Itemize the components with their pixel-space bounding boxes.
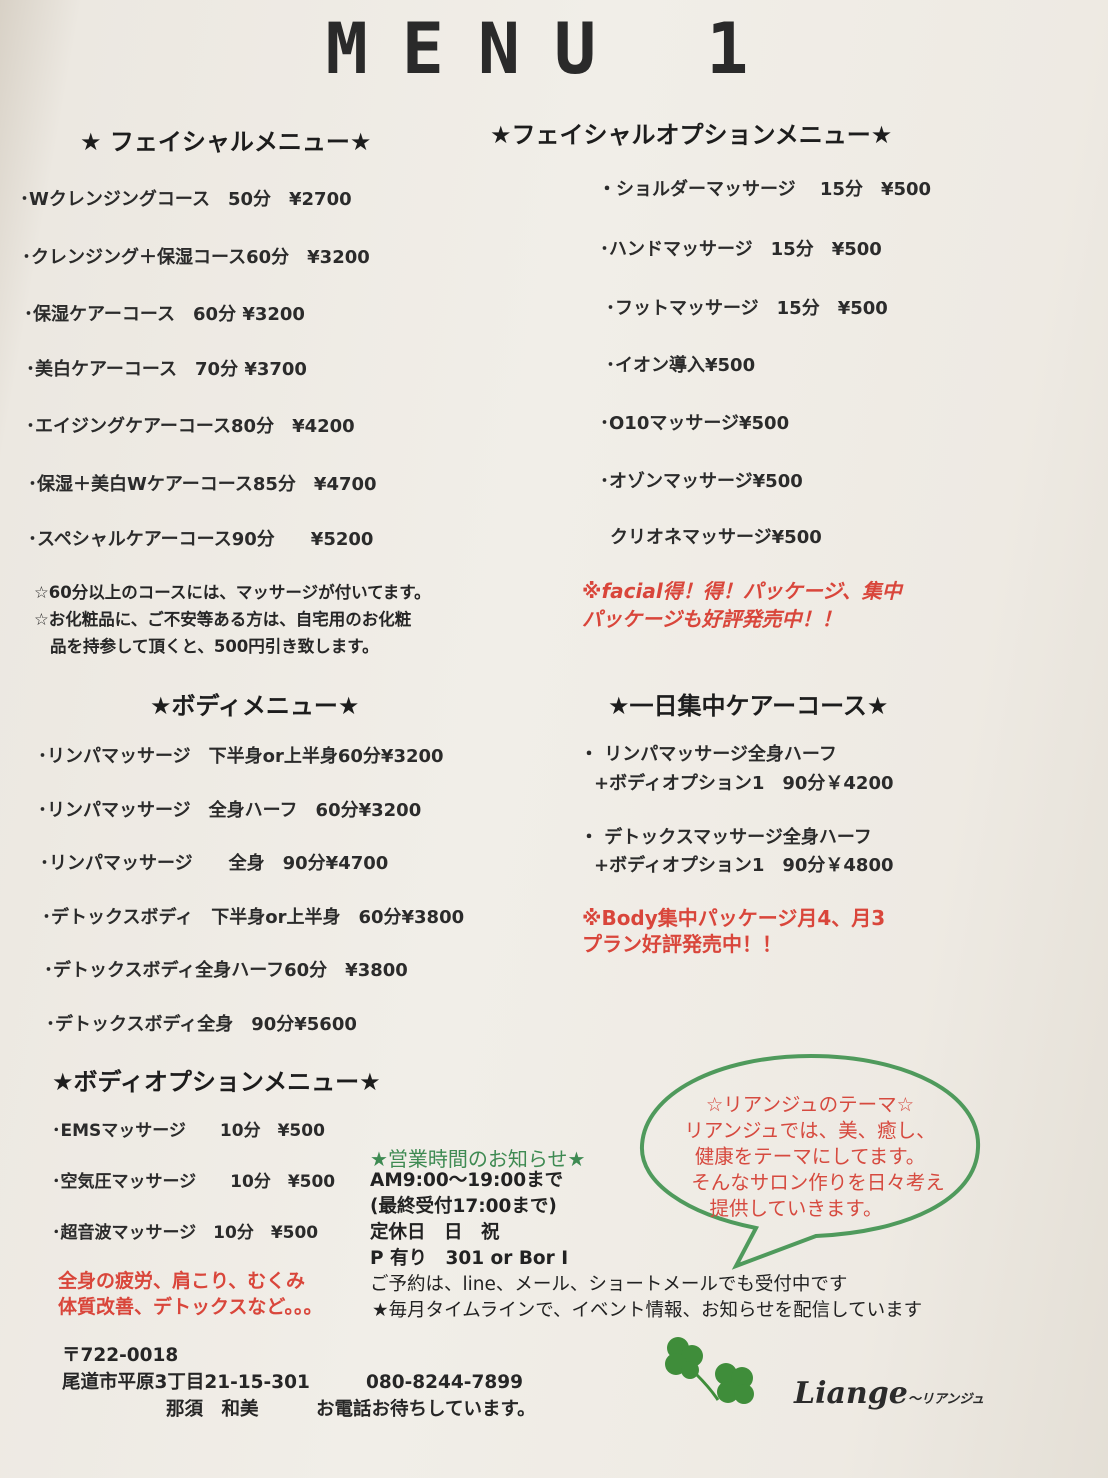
parking-line: P 有り 301 or Bor I bbox=[370, 1248, 569, 1269]
body-item: ･リンパマッサージ 下半身or上半身60分¥3200 bbox=[38, 746, 444, 767]
facial-option-item: ･フットマッサージ 15分 ¥500 bbox=[606, 298, 888, 319]
logo-text: Liange bbox=[794, 1376, 908, 1411]
facial-option-item: クリオネマッサージ¥500 bbox=[610, 527, 822, 548]
page-title: MENU 1 bbox=[325, 8, 783, 90]
facial-option-heading: ★フェイシャルオプションメニュー★ bbox=[490, 121, 893, 149]
body-item: ･デトックスボディ全身ハーフ60分 ¥3800 bbox=[44, 960, 408, 981]
business-hours-line: AM9:00〜19:00まで bbox=[370, 1170, 564, 1191]
facial-package-promo: パッケージも好評発売中！！ bbox=[582, 607, 842, 631]
facial-option-item: ･イオン導入¥500 bbox=[606, 355, 756, 376]
facial-item: ･スペシャルケアーコース90分 ¥5200 bbox=[28, 529, 374, 550]
facial-item: ･保湿ケアーコース 60分 ¥3200 bbox=[24, 304, 305, 325]
intensive-item-line: ・ デトックスマッサージ全身ハーフ bbox=[580, 827, 872, 848]
intensive-item-line: ・ リンパマッサージ全身ハーフ bbox=[580, 744, 837, 765]
menu-sheet: MENU 1 ★ フェイシャルメニュー★ ･Wクレンジングコース 50分 ¥27… bbox=[0, 0, 1108, 1478]
body-package-promo: プラン好評発売中！！ bbox=[582, 932, 782, 956]
facial-item: ･クレンジング＋保湿コース60分 ¥3200 bbox=[22, 247, 370, 268]
theme-line: 健康をテーマにしてます。 bbox=[694, 1145, 926, 1168]
body-option-promo: 体質改善、デトックスなど。。。 bbox=[58, 1296, 323, 1318]
logo-subtext: 〜リアンジュ bbox=[907, 1392, 985, 1407]
body-option-item: ･空気圧マッサージ 10分 ¥500 bbox=[52, 1172, 336, 1192]
facial-note: ☆お化粧品に、ご不安等ある方は、自宅用のお化粧 bbox=[34, 610, 412, 629]
body-option-item: ･超音波マッサージ 10分 ¥500 bbox=[52, 1223, 319, 1243]
business-hours-line: (最終受付17:00まで) bbox=[370, 1196, 557, 1217]
theme-line: そんなサロン作りを日々考え bbox=[691, 1171, 945, 1194]
body-package-promo: ※Body集中パッケージ月4、月3 bbox=[582, 906, 886, 930]
timeline-line: ★毎月タイムラインで、イベント情報、お知らせを配信しています bbox=[372, 1300, 923, 1321]
intensive-course-heading: ★一日集中ケアーコース★ bbox=[608, 692, 889, 720]
theme-line: リアンジュでは、美、癒し、 bbox=[684, 1119, 936, 1142]
facial-option-item: ･オゾンマッサージ¥500 bbox=[600, 471, 803, 492]
body-menu-heading: ★ボディメニュー★ bbox=[150, 692, 360, 720]
facial-menu-heading: ★ フェイシャルメニュー★ bbox=[80, 128, 372, 156]
body-option-heading: ★ボディオプションメニュー★ bbox=[52, 1068, 381, 1096]
intensive-item-line: +ボディオプション1 90分￥4200 bbox=[594, 773, 894, 794]
address: 尾道市平原3丁目21-15-301 bbox=[62, 1372, 310, 1393]
facial-item: ･Wクレンジングコース 50分 ¥2700 bbox=[20, 189, 352, 210]
body-item: ･リンパマッサージ 全身 90分¥4700 bbox=[40, 853, 389, 874]
call-message: お電話お待ちしています。 bbox=[316, 1399, 536, 1420]
salon-logo: Liange〜リアンジュ bbox=[794, 1376, 984, 1411]
clover-icon bbox=[665, 1337, 754, 1404]
theme-title: ☆リアンジュのテーマ☆ bbox=[705, 1093, 915, 1116]
facial-item: ･保湿＋美白Wケアーコース85分 ¥4700 bbox=[28, 474, 377, 495]
postal-code: 〒722-0018 bbox=[62, 1345, 179, 1366]
body-item: ･デトックスボディ 下半身or上半身 60分¥3800 bbox=[42, 907, 465, 928]
closed-days-line: 定休日 日 祝 bbox=[370, 1222, 500, 1243]
facial-package-promo: ※facial得！得！パッケージ、集中 bbox=[582, 579, 902, 603]
facial-item: ･エイジングケアーコース80分 ¥4200 bbox=[26, 416, 355, 437]
intensive-item-line: +ボディオプション1 90分￥4800 bbox=[594, 855, 894, 876]
phone-number: 080-8244-7899 bbox=[366, 1372, 523, 1393]
facial-option-item: ・ショルダーマッサージ 15分 ¥500 bbox=[598, 179, 932, 200]
body-item: ･リンパマッサージ 全身ハーフ 60分¥3200 bbox=[38, 800, 422, 821]
facial-note: 品を持参して頂くと、500円引き致します。 bbox=[50, 637, 379, 656]
body-option-item: ･EMSマッサージ 10分 ¥500 bbox=[52, 1121, 325, 1141]
body-option-promo: 全身の疲労、肩こり、むくみ bbox=[58, 1270, 306, 1292]
owner-name: 那須 和美 bbox=[166, 1399, 259, 1420]
theme-line: 提供していきます。 bbox=[709, 1197, 883, 1220]
facial-option-item: ･O10マッサージ¥500 bbox=[600, 413, 790, 434]
facial-item: ･美白ケアーコース 70分 ¥3700 bbox=[26, 359, 307, 380]
facial-option-item: ･ハンドマッサージ 15分 ¥500 bbox=[600, 239, 882, 260]
body-item: ･デトックスボディ全身 90分¥5600 bbox=[46, 1014, 357, 1035]
facial-note: ☆60分以上のコースには、マッサージが付いてます。 bbox=[34, 583, 431, 602]
reservation-line: ご予約は、line、メール、ショートメールでも受付中です bbox=[370, 1274, 848, 1295]
